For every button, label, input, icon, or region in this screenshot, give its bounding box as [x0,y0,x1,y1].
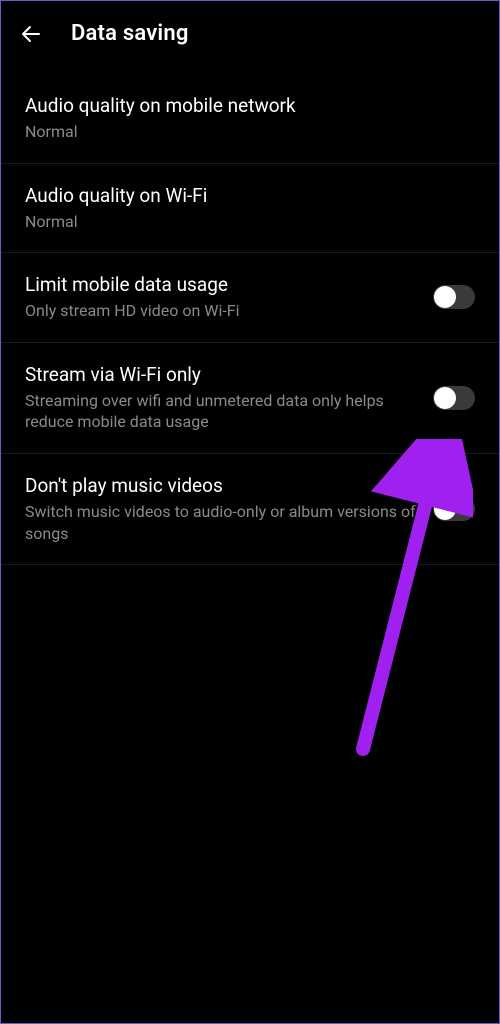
setting-subtitle: Switch music videos to audio-only or alb… [25,501,417,544]
setting-limit-mobile-data[interactable]: Limit mobile data usage Only stream HD v… [1,253,499,343]
setting-title: Audio quality on Wi-Fi [25,184,475,207]
header: Data saving [1,1,499,64]
back-icon[interactable] [19,22,43,46]
setting-audio-quality-wifi[interactable]: Audio quality on Wi-Fi Normal [1,164,499,254]
settings-list: Audio quality on mobile network Normal A… [1,64,499,565]
setting-subtitle: Only stream HD video on Wi-Fi [25,300,417,322]
setting-text: Don't play music videos Switch music vid… [25,474,417,544]
setting-text: Audio quality on Wi-Fi Normal [25,184,475,233]
setting-text: Stream via Wi-Fi only Streaming over wif… [25,363,417,433]
setting-title: Limit mobile data usage [25,273,417,296]
setting-text: Limit mobile data usage Only stream HD v… [25,273,417,322]
setting-subtitle: Normal [25,211,475,233]
toggle-limit-mobile-data[interactable] [433,285,475,309]
toggle-knob [434,286,456,308]
setting-title: Don't play music videos [25,474,417,497]
setting-subtitle: Normal [25,121,475,143]
toggle-knob [434,498,456,520]
setting-title: Stream via Wi-Fi only [25,363,417,386]
setting-text: Audio quality on mobile network Normal [25,94,475,143]
setting-subtitle: Streaming over wifi and unmetered data o… [25,390,417,433]
toggle-dont-play-music-videos[interactable] [433,497,475,521]
setting-dont-play-music-videos[interactable]: Don't play music videos Switch music vid… [1,454,499,565]
setting-audio-quality-mobile[interactable]: Audio quality on mobile network Normal [1,64,499,164]
page-title: Data saving [71,21,189,46]
setting-title: Audio quality on mobile network [25,94,475,117]
toggle-knob [434,387,456,409]
toggle-stream-wifi-only[interactable] [433,386,475,410]
setting-stream-wifi-only[interactable]: Stream via Wi-Fi only Streaming over wif… [1,343,499,454]
